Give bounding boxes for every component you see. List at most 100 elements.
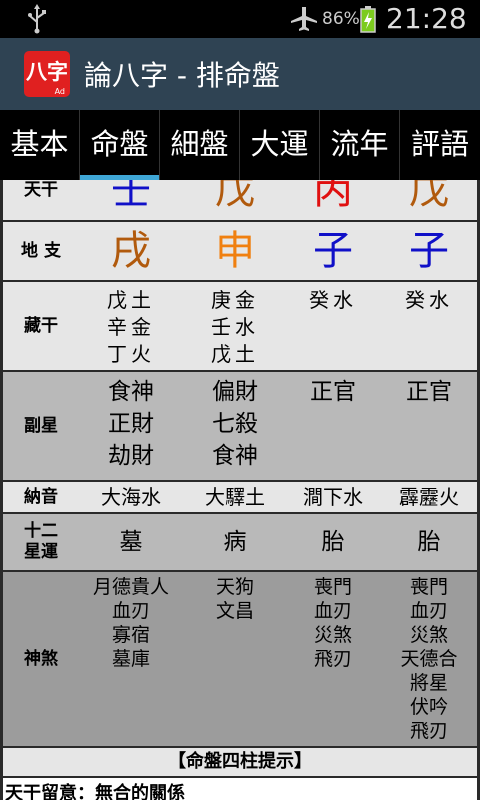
life-stage-cell: 墓 (119, 529, 143, 555)
branch-cell: 戌 (111, 228, 151, 274)
chart-table[interactable]: 天干 壬 戊 丙 戊 地 支 戌 申 子 子 藏干 戊土 辛金 丁火 庚金 壬水… (0, 180, 480, 800)
hidden-stem-row: 藏干 戊土 辛金 丁火 庚金 壬水 戊土 癸水 癸水 (3, 282, 477, 370)
shensha-item: 血刃 (313, 600, 352, 622)
row-label: 地 支 (21, 240, 61, 261)
hidden-stem-cell: 戊土 辛金 丁火 (81, 282, 181, 370)
tab-comment[interactable]: 評語 (400, 110, 480, 180)
hint-note-row: 天干留意：無合的關係 (3, 778, 477, 800)
airplane-mode-icon (291, 7, 317, 31)
shensha-item: 文昌 (215, 600, 254, 622)
row-label: 十二 星運 (3, 514, 79, 570)
nayin-cell: 大海水 (101, 485, 161, 509)
usb-icon (28, 4, 46, 34)
tab-luck-cycle[interactable]: 大運 (240, 110, 320, 180)
shensha-item: 災煞 (313, 624, 352, 646)
earthly-branch-row: 地 支 戌 申 子 子 (3, 222, 477, 280)
sub-star-cell: 食神 正財 劫財 (81, 372, 181, 480)
shensha-item: 寡宿 (111, 624, 150, 646)
hidden-stem-item: 癸水 (309, 288, 357, 312)
shensha-item: 墓庫 (111, 648, 150, 670)
action-bar: 八字 Ad 論八字 - 排命盤 (0, 38, 480, 110)
branch-cell: 子 (313, 228, 353, 274)
sub-star-cell: 正官 (379, 372, 479, 480)
stem-cell: 戊 (409, 180, 449, 213)
sub-star-item: 偏財 (212, 379, 258, 405)
hint-title: 【命盤四柱提示】 (168, 751, 312, 772)
row-label-line: 十二 (24, 521, 58, 541)
sub-star-cell: 偏財 七殺 食神 (185, 372, 285, 480)
row-label: 天干 (24, 180, 58, 200)
life-stage-row: 十二 星運 墓 病 胎 胎 (3, 514, 477, 570)
app-logo-icon[interactable]: 八字 Ad (24, 51, 70, 97)
shensha-item: 飛刃 (313, 648, 352, 670)
shensha-cell: 月德貴人 血刃 寡宿 墓庫 (81, 572, 181, 746)
row-label: 神煞 (24, 648, 58, 669)
shensha-item: 飛刃 (409, 720, 448, 742)
life-stage-cell: 胎 (321, 529, 345, 555)
shensha-item: 喪門 (409, 576, 448, 598)
hidden-stem-item: 庚金 (211, 288, 259, 312)
sub-star-item: 食神 (108, 379, 154, 405)
hidden-stem-item: 壬水 (211, 315, 259, 339)
nayin-cell: 大驛土 (205, 485, 265, 509)
life-stage-cell: 病 (223, 529, 247, 555)
shensha-item: 天狗 (215, 576, 254, 598)
branch-cell: 申 (215, 228, 255, 274)
status-bar: 86% 21:28 (0, 0, 480, 38)
tab-basic[interactable]: 基本 (0, 110, 80, 180)
shensha-row: 神煞 月德貴人 血刃 寡宿 墓庫 天狗 文昌 喪門 血刃 災煞 飛刃 喪門 血刃… (3, 572, 477, 746)
tab-detail[interactable]: 細盤 (160, 110, 240, 180)
nayin-cell: 霹靂火 (399, 485, 459, 509)
tab-bar: 基本 命盤 細盤 大運 流年 評語 (0, 110, 480, 180)
sub-star-row: 副星 食神 正財 劫財 偏財 七殺 食神 正官 正官 (3, 372, 477, 480)
shensha-item: 災煞 (409, 624, 448, 646)
battery-charging-icon (360, 6, 376, 33)
branch-cell: 子 (409, 228, 449, 274)
hidden-stem-item: 戊土 (211, 342, 259, 366)
app-logo-badge: Ad (54, 87, 65, 96)
nayin-cell: 澗下水 (303, 485, 363, 509)
shensha-item: 月德貴人 (92, 576, 169, 598)
sub-star-item: 正官 (406, 379, 452, 405)
sub-star-item: 七殺 (212, 411, 258, 437)
shensha-item: 血刃 (111, 600, 150, 622)
sub-star-item: 正官 (310, 379, 356, 405)
hidden-stem-item: 丁火 (107, 342, 155, 366)
tab-chart[interactable]: 命盤 (80, 110, 160, 180)
hint-header-row: 【命盤四柱提示】 (3, 748, 477, 776)
row-label: 納音 (24, 486, 58, 507)
shensha-cell: 喪門 血刃 災煞 飛刃 (283, 572, 383, 746)
tab-annual[interactable]: 流年 (320, 110, 400, 180)
app-logo-text: 八字 (26, 60, 68, 84)
shensha-item: 伏吟 (409, 696, 448, 718)
sub-star-cell: 正官 (283, 372, 383, 480)
battery-percent: 86% (322, 9, 360, 29)
life-stage-cell: 胎 (417, 529, 441, 555)
hidden-stem-item: 戊土 (107, 288, 155, 312)
hidden-stem-item: 癸水 (405, 288, 453, 312)
shensha-item: 喪門 (313, 576, 352, 598)
row-label: 藏干 (24, 315, 58, 336)
nayin-row: 納音 大海水 大驛土 澗下水 霹靂火 (3, 482, 477, 512)
shensha-item: 天德合 (400, 648, 458, 670)
stem-cell: 戊 (215, 180, 255, 213)
hidden-stem-cell: 庚金 壬水 戊土 (185, 282, 285, 370)
sub-star-item: 劫財 (108, 443, 154, 469)
stem-cell: 壬 (111, 180, 151, 213)
stem-cell: 丙 (313, 180, 353, 213)
shensha-cell: 喪門 血刃 災煞 天德合 將星 伏吟 飛刃 (379, 572, 479, 746)
shensha-item: 血刃 (409, 600, 448, 622)
row-label: 副星 (24, 415, 58, 436)
shensha-cell: 天狗 文昌 (185, 572, 285, 746)
sub-star-item: 食神 (212, 443, 258, 469)
clock: 21:28 (386, 2, 467, 35)
shensha-item: 將星 (409, 672, 448, 694)
hint-note: 天干留意：無合的關係 (5, 783, 185, 800)
row-label-line: 星運 (24, 542, 58, 562)
sub-star-item: 正財 (108, 411, 154, 437)
hidden-stem-cell: 癸水 (379, 282, 479, 370)
app-title: 論八字 - 排命盤 (84, 59, 280, 92)
hidden-stem-cell: 癸水 (283, 282, 383, 370)
heavenly-stem-row: 天干 壬 戊 丙 戊 (3, 180, 477, 220)
hidden-stem-item: 辛金 (107, 315, 155, 339)
